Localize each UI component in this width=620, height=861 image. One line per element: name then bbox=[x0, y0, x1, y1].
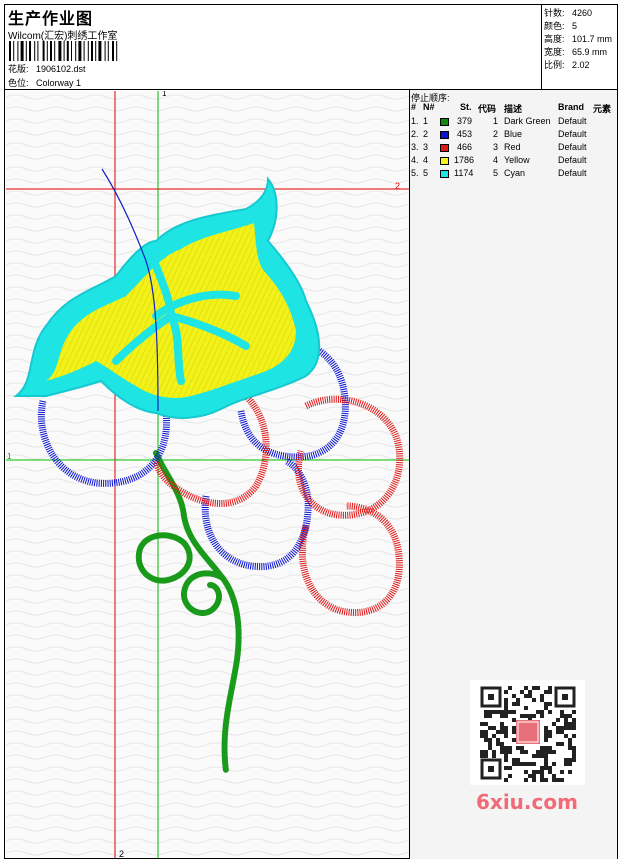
guide-label-red-bottom: 2 bbox=[119, 849, 124, 858]
stop-row-number: 3 bbox=[423, 142, 429, 152]
col-description: 描述 bbox=[504, 104, 523, 114]
stop-row-brand: Default bbox=[558, 129, 587, 139]
stop-row-number: 4 bbox=[423, 155, 429, 165]
stop-row-brand: Default bbox=[558, 155, 587, 165]
barcode bbox=[9, 41, 118, 61]
col-code: 代码 bbox=[478, 104, 497, 114]
stop-row-code: 5 bbox=[493, 168, 499, 178]
color-swatch bbox=[440, 118, 449, 126]
watermark-text: 6xiu.com bbox=[476, 790, 578, 814]
studio-name: Wilcom(汇宏)刺绣工作室 bbox=[8, 31, 118, 42]
stat-height: 高度: 101.7 mm bbox=[544, 34, 613, 44]
stop-row-index: 5. bbox=[411, 168, 419, 178]
stop-row-number: 1 bbox=[423, 116, 429, 126]
stop-row-code: 3 bbox=[493, 142, 499, 152]
stop-row-brand: Default bbox=[558, 142, 587, 152]
guide-label-green-left: 1 bbox=[7, 452, 12, 461]
qr-code bbox=[470, 680, 585, 785]
stop-row[interactable]: 3. 3 466 3 Red Default bbox=[410, 142, 617, 155]
col-number: N# bbox=[423, 102, 435, 112]
stop-row-stitches: 466 bbox=[456, 142, 472, 152]
design-file-value: 1906102.dst bbox=[36, 64, 86, 74]
stop-row-number: 5 bbox=[423, 168, 429, 178]
stop-row[interactable]: 5. 5 1174 5 Cyan Default bbox=[410, 168, 617, 181]
stop-row-index: 4. bbox=[411, 155, 419, 165]
stop-row[interactable]: 4. 4 1786 4 Yellow Default bbox=[410, 155, 617, 168]
color-swatch bbox=[440, 131, 449, 139]
design-stats: 针数: 4260 颜色: 5 高度: 101.7 mm 宽度: 65.9 mm 比例: 2… bbox=[542, 5, 617, 89]
stop-row[interactable]: 2. 2 453 2 Blue Default bbox=[410, 129, 617, 142]
stop-table-header: # N# St. 代码 描述 Brand 元素 bbox=[410, 102, 617, 114]
stat-colors: 颜色: 5 bbox=[544, 21, 578, 31]
col-index: # bbox=[411, 102, 417, 112]
col-element: 元素 bbox=[593, 104, 612, 114]
stat-scale: 比例: 2.02 bbox=[544, 60, 590, 70]
stop-row-description: Cyan bbox=[504, 168, 526, 178]
stop-row-index: 3. bbox=[411, 142, 419, 152]
col-stitches: St. bbox=[460, 102, 472, 112]
page-title: 生产作业图 bbox=[8, 11, 94, 28]
stat-width: 宽度: 65.9 mm bbox=[544, 47, 608, 57]
header-info: 生产作业图 Wilcom(汇宏)刺绣工作室 花版: 1906102.dst 色位:… bbox=[5, 5, 541, 89]
stop-row-code: 4 bbox=[493, 155, 499, 165]
stat-stitches: 针数: 4260 bbox=[544, 8, 593, 18]
stop-row-stitches: 1174 bbox=[454, 168, 474, 178]
stop-row-code: 1 bbox=[493, 116, 499, 126]
stop-row-brand: Default bbox=[558, 116, 587, 126]
qr-logo-stamp bbox=[516, 720, 540, 744]
stop-row-description: Red bbox=[504, 142, 521, 152]
embroidery-preview: 2 1 2 1 bbox=[6, 91, 409, 858]
stop-row-code: 2 bbox=[493, 129, 499, 139]
design-file-line: 花版: 1906102.dst bbox=[8, 64, 86, 74]
design-canvas[interactable]: 2 1 2 1 bbox=[6, 91, 409, 858]
colorway-value: Colorway 1 bbox=[36, 78, 82, 88]
production-sheet: 生产作业图 Wilcom(汇宏)刺绣工作室 花版: 1906102.dst 色位:… bbox=[0, 0, 620, 861]
stop-row-stitches: 1786 bbox=[454, 155, 475, 165]
stop-row-description: Blue bbox=[504, 129, 523, 139]
stop-row-number: 2 bbox=[423, 129, 429, 139]
stop-row[interactable]: 1. 1 379 1 Dark Green Default bbox=[410, 116, 617, 129]
stop-row-index: 2. bbox=[411, 129, 419, 139]
stop-row-description: Dark Green bbox=[504, 116, 551, 126]
color-swatch bbox=[440, 170, 449, 178]
color-swatch bbox=[440, 157, 449, 165]
colorway-line: 色位: Colorway 1 bbox=[8, 78, 82, 88]
color-swatch bbox=[440, 144, 449, 152]
stop-row-description: Yellow bbox=[504, 155, 530, 165]
guide-label-green-top: 1 bbox=[162, 91, 167, 98]
stop-row-index: 1. bbox=[411, 116, 419, 126]
col-brand: Brand bbox=[558, 102, 585, 112]
stop-row-brand: Default bbox=[558, 168, 587, 178]
stop-row-stitches: 379 bbox=[456, 116, 472, 126]
stop-row-stitches: 453 bbox=[456, 129, 472, 139]
guide-label-red-right: 2 bbox=[395, 181, 400, 191]
